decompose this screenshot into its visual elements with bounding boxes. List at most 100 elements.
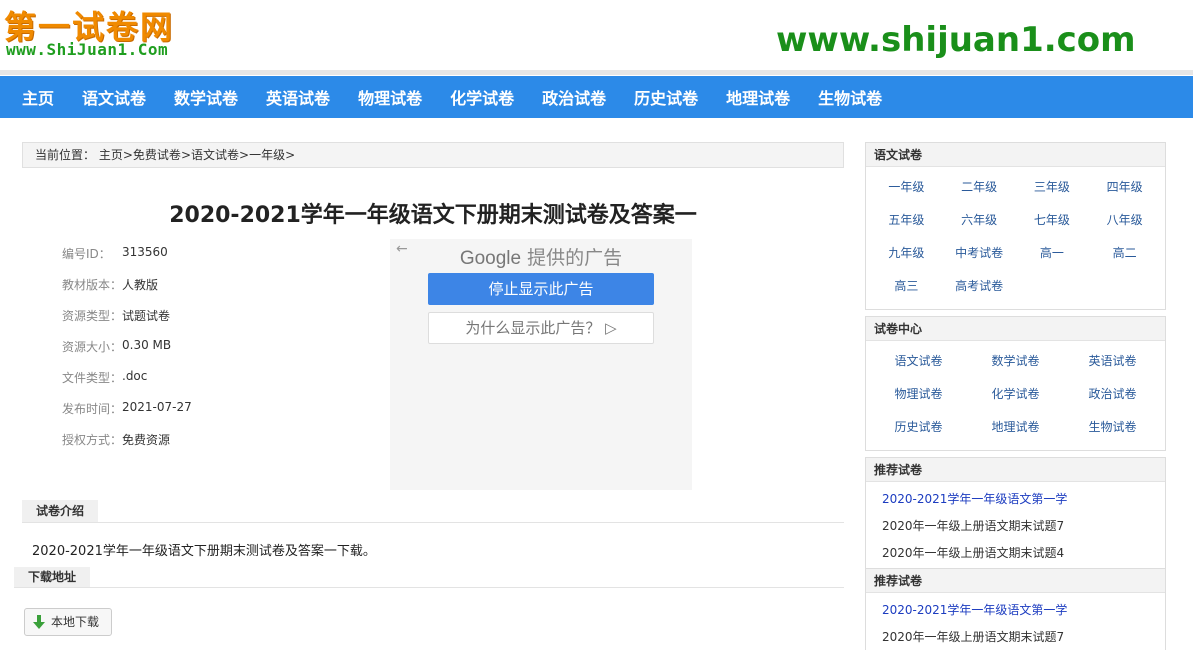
nav-item-dili[interactable]: 地理试卷 <box>712 85 804 109</box>
grade-link[interactable]: 高考试卷 <box>943 270 1016 303</box>
meta-key: 教材版本： <box>62 278 123 292</box>
nav-item-shengwu[interactable]: 生物试卷 <box>804 85 896 109</box>
ad-header: Google 提供的广告 <box>390 243 692 270</box>
nav-item-yuwen[interactable]: 语文试卷 <box>68 85 160 109</box>
meta-key: 编号ID： <box>62 247 111 261</box>
meta-row-filetype: 文件类型： .doc <box>62 369 192 400</box>
meta-value: 0.30 MB <box>122 338 172 352</box>
meta-value: 313560 <box>122 245 168 259</box>
meta-value: 免费资源 <box>122 433 171 447</box>
grade-link[interactable]: 中考试卷 <box>943 237 1016 270</box>
meta-key: 资源大小： <box>62 340 123 354</box>
grade-link[interactable]: 八年级 <box>1088 204 1161 237</box>
breadcrumb-separator: > <box>122 148 133 162</box>
meta-value: .doc <box>122 369 148 383</box>
meta-key: 授权方式： <box>62 433 123 447</box>
subject-link[interactable]: 英语试卷 <box>1064 345 1161 378</box>
grade-link[interactable]: 六年级 <box>943 204 1016 237</box>
intro-section-label: 试卷介绍 <box>22 500 99 522</box>
subject-link[interactable]: 生物试卷 <box>1064 411 1161 444</box>
sidebar-yuwen-title: 语文试卷 <box>866 143 1165 167</box>
ad-panel: ← Google 提供的广告 停止显示此广告 为什么显示此广告？ ▷ <box>390 239 692 490</box>
breadcrumb-yuwen[interactable]: 语文试卷 <box>191 148 239 162</box>
meta-row-license: 授权方式： 免费资源 <box>62 431 192 462</box>
intro-text: 2020-2021学年一年级语文下册期末测试卷及答案一下载。 <box>32 544 376 559</box>
nav-item-zhengzhi[interactable]: 政治试卷 <box>528 85 620 109</box>
breadcrumb: 当前位置： 主页>免费试卷>语文试卷>一年级> <box>22 142 844 168</box>
sidebar-yuwen-grid: 一年级 二年级 三年级 四年级 五年级 六年级 七年级 八年级 九年级 中考试卷… <box>866 167 1165 309</box>
breadcrumb-separator: > <box>285 148 296 162</box>
nav-item-huaxue[interactable]: 化学试卷 <box>436 85 528 109</box>
nav-item-yingyu[interactable]: 英语试卷 <box>252 85 344 109</box>
grade-link[interactable]: 五年级 <box>870 204 943 237</box>
sidebar-center-grid: 语文试卷 数学试卷 英语试卷 物理试卷 化学试卷 政治试卷 历史试卷 地理试卷 … <box>866 341 1165 450</box>
breadcrumb-grade1[interactable]: 一年级 <box>249 148 285 162</box>
main-nav: 主页 语文试卷 数学试卷 英语试卷 物理试卷 化学试卷 政治试卷 历史试卷 地理… <box>0 76 1193 118</box>
breadcrumb-separator: > <box>239 148 250 162</box>
why-ad-button[interactable]: 为什么显示此广告？ ▷ <box>428 312 654 344</box>
recommend-list: 2020-2021学年一年级语文第一学 2020年一年级上册语文期末试题7 20… <box>866 482 1165 567</box>
meta-key: 文件类型： <box>62 371 123 385</box>
download-section-header: 下载地址 <box>14 566 844 588</box>
nav-item-home[interactable]: 主页 <box>8 85 68 109</box>
stop-ad-button[interactable]: 停止显示此广告 <box>428 273 654 305</box>
sidebar-recommend-box-2: 推荐试卷 2020-2021学年一年级语文第一学 2020年一年级上册语文期末试… <box>865 568 1166 650</box>
grade-link[interactable]: 高一 <box>1016 237 1089 270</box>
subject-link[interactable]: 化学试卷 <box>967 378 1064 411</box>
meta-row-date: 发布时间： 2021-07-27 <box>62 400 192 431</box>
header: 第一试卷网 www.ShiJuan1.Com www.shijuan1.com <box>0 0 1193 75</box>
intro-section-header: 试卷介绍 <box>22 500 844 523</box>
sidebar-center-box: 试卷中心 语文试卷 数学试卷 英语试卷 物理试卷 化学试卷 政治试卷 历史试卷 … <box>865 316 1166 451</box>
grade-link[interactable]: 九年级 <box>870 237 943 270</box>
recommend-link[interactable]: 2020-2021学年一年级语文第一学 <box>882 597 1149 624</box>
meta-value: 试题试卷 <box>122 309 171 323</box>
recommend-link[interactable]: 2020-2021学年一年级语文第一学 <box>882 486 1149 513</box>
meta-row-size: 资源大小： 0.30 MB <box>62 338 192 369</box>
recommend-list: 2020-2021学年一年级语文第一学 2020年一年级上册语文期末试题7 <box>866 593 1165 650</box>
breadcrumb-home[interactable]: 主页 <box>99 148 123 162</box>
resource-meta: 编号ID： 313560 教材版本： 人教版 资源类型： 试题试卷 资源大小： 0.30… <box>62 245 192 462</box>
download-arrow-icon <box>33 615 45 629</box>
subject-link[interactable]: 数学试卷 <box>967 345 1064 378</box>
meta-value: 2021-07-27 <box>122 400 192 414</box>
subject-link[interactable]: 历史试卷 <box>870 411 967 444</box>
ad-header-text: 提供的广告 <box>521 247 623 269</box>
grade-link[interactable]: 二年级 <box>943 171 1016 204</box>
breadcrumb-prefix: 当前位置： <box>35 148 96 162</box>
meta-row-id: 编号ID： 313560 <box>62 245 192 276</box>
nav-item-shuxue[interactable]: 数学试卷 <box>160 85 252 109</box>
meta-row-type: 资源类型： 试题试卷 <box>62 307 192 338</box>
recommend-link[interactable]: 2020年一年级上册语文期末试题7 <box>882 624 1149 650</box>
grade-link[interactable]: 七年级 <box>1016 204 1089 237</box>
nav-item-lishi[interactable]: 历史试卷 <box>620 85 712 109</box>
subject-link[interactable]: 语文试卷 <box>870 345 967 378</box>
local-download-label: 本地下载 <box>51 615 100 629</box>
meta-key: 发布时间： <box>62 402 123 416</box>
meta-value: 人教版 <box>122 278 159 292</box>
grade-link[interactable]: 一年级 <box>870 171 943 204</box>
sidebar-recommend-title: 推荐试卷 <box>866 569 1165 593</box>
meta-row-edition: 教材版本： 人教版 <box>62 276 192 307</box>
grade-link[interactable]: 高二 <box>1088 237 1161 270</box>
breadcrumb-free[interactable]: 免费试卷 <box>133 148 181 162</box>
local-download-button[interactable]: 本地下载 <box>24 608 112 636</box>
site-url-banner: www.shijuan1.com <box>776 20 1136 60</box>
sidebar-recommend-title: 推荐试卷 <box>866 458 1165 482</box>
recommend-link[interactable]: 2020年一年级上册语文期末试题7 <box>882 513 1149 540</box>
page-title: 2020-2021学年一年级语文下册期末测试卷及答案一 <box>169 203 697 228</box>
google-logo: Google <box>459 248 522 269</box>
grade-link[interactable]: 三年级 <box>1016 171 1089 204</box>
site-logo-domain[interactable]: www.ShiJuan1.Com <box>6 40 168 59</box>
meta-key: 资源类型： <box>62 309 123 323</box>
sidebar-yuwen-box: 语文试卷 一年级 二年级 三年级 四年级 五年级 六年级 七年级 八年级 九年级… <box>865 142 1166 310</box>
nav-item-wuli[interactable]: 物理试卷 <box>344 85 436 109</box>
grade-link[interactable]: 高三 <box>870 270 943 303</box>
sidebar-recommend-box: 推荐试卷 2020-2021学年一年级语文第一学 2020年一年级上册语文期末试… <box>865 457 1166 569</box>
subject-link[interactable]: 政治试卷 <box>1064 378 1161 411</box>
subject-link[interactable]: 物理试卷 <box>870 378 967 411</box>
grade-link[interactable]: 四年级 <box>1088 171 1161 204</box>
download-section-label: 下载地址 <box>14 567 91 587</box>
breadcrumb-separator: > <box>180 148 191 162</box>
recommend-link[interactable]: 2020年一年级上册语文期末试题4 <box>882 540 1149 567</box>
subject-link[interactable]: 地理试卷 <box>967 411 1064 444</box>
